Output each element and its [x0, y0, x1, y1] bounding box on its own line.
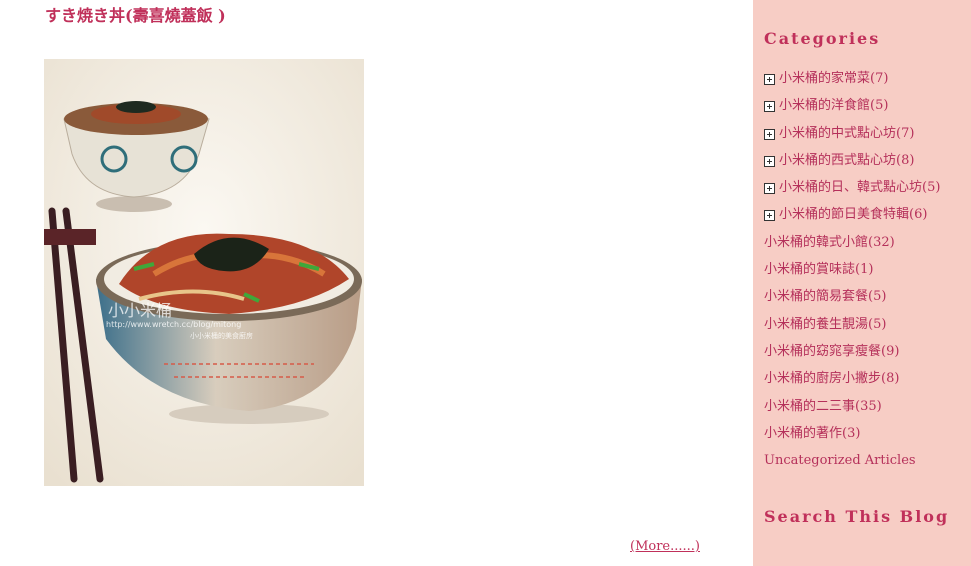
post-title[interactable]: すき焼き丼(壽喜燒蓋飯 ) — [45, 2, 226, 26]
category-label[interactable]: 小米桶的日、韓式點心坊(5) — [779, 177, 940, 199]
category-item[interactable]: 小米桶的洋食館(5) — [764, 95, 940, 122]
category-label[interactable]: Uncategorized Articles — [764, 450, 916, 472]
photo-url-text: http://www.wretch.cc/blog/mitong — [106, 320, 241, 329]
sidebar: Categories 小米桶的家常菜(7) 小米桶的洋食館(5) 小米桶的中式點心坊… — [753, 0, 971, 566]
expand-plus-icon[interactable] — [764, 128, 775, 140]
expand-plus-icon[interactable] — [764, 101, 775, 113]
category-item[interactable]: Uncategorized Articles — [764, 450, 940, 477]
category-item[interactable]: 小米桶的簡易套餐(5) — [764, 286, 940, 313]
category-label[interactable]: 小米桶的中式點心坊(7) — [779, 123, 914, 145]
category-label[interactable]: 小米桶的韓式小館(32) — [764, 232, 895, 254]
category-label[interactable]: 小米桶的養生靚湯(5) — [764, 314, 886, 336]
search-heading: Search This Blog — [764, 507, 950, 526]
category-item[interactable]: 小米桶的家常菜(7) — [764, 68, 940, 95]
expand-plus-icon[interactable] — [764, 74, 775, 85]
category-label[interactable]: 小米桶的家常菜(7) — [779, 68, 888, 90]
expand-plus-icon[interactable] — [764, 210, 775, 222]
category-label[interactable]: 小米桶的窈窕享瘦餐(9) — [764, 341, 899, 363]
category-label[interactable]: 小米桶的簡易套餐(5) — [764, 286, 886, 308]
category-label[interactable]: 小米桶的二三事(35) — [764, 396, 882, 418]
categories-heading: Categories — [764, 29, 881, 48]
category-item[interactable]: 小米桶的日、韓式點心坊(5) — [764, 177, 940, 204]
expand-plus-icon[interactable] — [764, 183, 775, 195]
category-label[interactable]: 小米桶的著作(3) — [764, 423, 860, 445]
more-link[interactable]: (More......) — [630, 539, 700, 554]
main-content: すき焼き丼(壽喜燒蓋飯 ) 小小米桶 http://www.wretch.cc/… — [0, 0, 753, 566]
category-item[interactable]: 小米桶的廚房小撇步(8) — [764, 368, 940, 395]
category-label[interactable]: 小米桶的廚房小撇步(8) — [764, 368, 899, 390]
category-item[interactable]: 小米桶的著作(3) — [764, 423, 940, 450]
category-item[interactable]: 小米桶的窈窕享瘦餐(9) — [764, 341, 940, 368]
category-list: 小米桶的家常菜(7) 小米桶的洋食館(5) 小米桶的中式點心坊(7) 小米桶的西式點心… — [764, 68, 940, 477]
sukiyaki-bowl-illustration: 小小米桶 http://www.wretch.cc/blog/mitong 小小… — [44, 59, 364, 486]
category-item[interactable]: 小米桶的節日美食特輯(6) — [764, 204, 940, 231]
category-item[interactable]: 小米桶的養生靚湯(5) — [764, 314, 940, 341]
category-label[interactable]: 小米桶的節日美食特輯(6) — [779, 204, 927, 226]
category-item[interactable]: 小米桶的中式點心坊(7) — [764, 123, 940, 150]
post-photo[interactable]: 小小米桶 http://www.wretch.cc/blog/mitong 小小… — [44, 59, 364, 486]
category-item[interactable]: 小米桶的二三事(35) — [764, 396, 940, 423]
category-item[interactable]: 小米桶的韓式小館(32) — [764, 232, 940, 259]
photo-watermark: 小小米桶 — [108, 301, 172, 320]
category-item[interactable]: 小米桶的賞味誌(1) — [764, 259, 940, 286]
category-label[interactable]: 小米桶的西式點心坊(8) — [779, 150, 914, 172]
category-label[interactable]: 小米桶的賞味誌(1) — [764, 259, 873, 281]
expand-plus-icon[interactable] — [764, 155, 775, 167]
category-item[interactable]: 小米桶的西式點心坊(8) — [764, 150, 940, 177]
photo-caption-text: 小小米桶的美食廚房 — [190, 331, 253, 340]
category-label[interactable]: 小米桶的洋食館(5) — [779, 95, 888, 117]
